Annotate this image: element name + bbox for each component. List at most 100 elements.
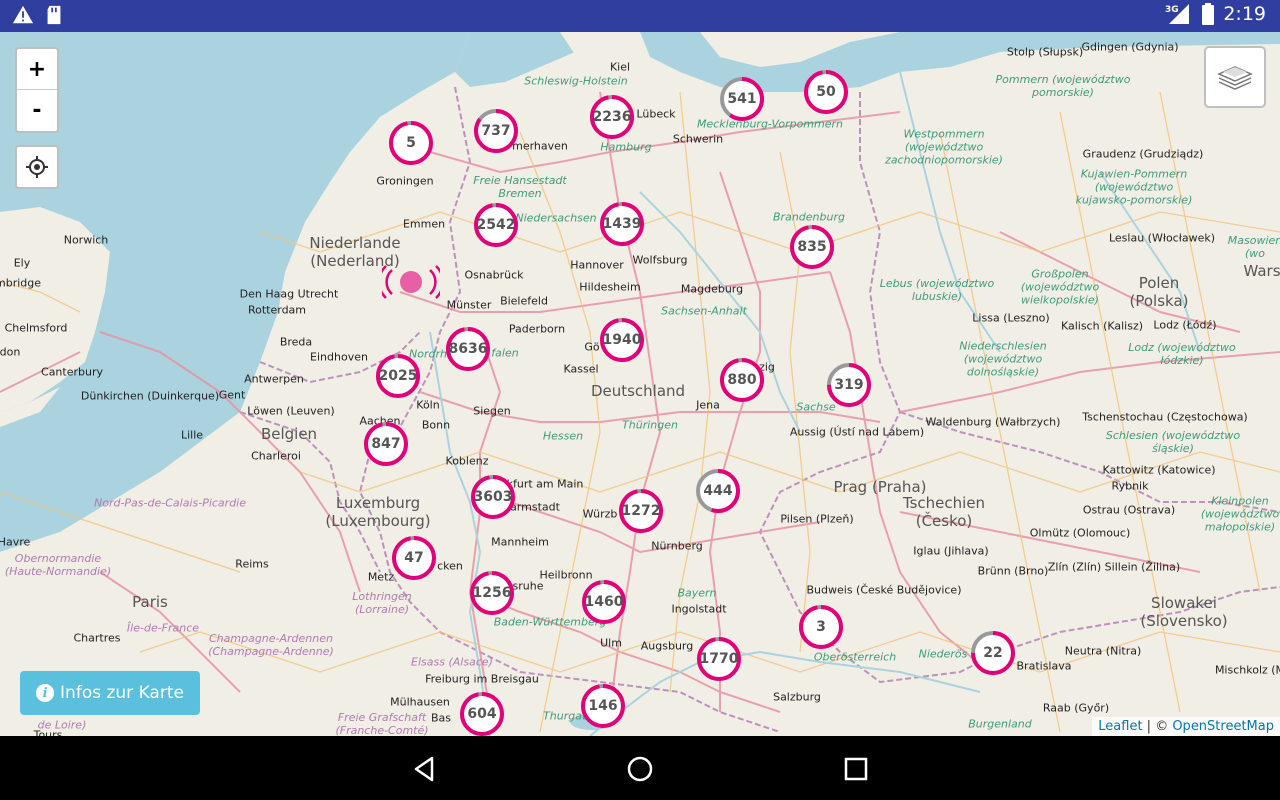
place-label-paris: Paris [132,593,168,611]
cluster-marker[interactable]: 847 [362,420,410,468]
cluster-marker[interactable]: 604 [458,690,506,736]
place-label-koeln: Köln [416,398,440,412]
cluster-marker[interactable]: 319 [825,361,873,409]
layers-icon [1217,66,1253,90]
place-label-bb: Brandenburg [773,210,845,224]
place-label-muelhausen: Mülhausen [390,695,450,709]
place-label-emmen: Emmen [402,217,446,231]
cluster-marker[interactable]: 541 [718,75,766,123]
place-label-kuj: Kujawien-Pommern (województwo kujawsko-p… [1075,167,1193,207]
cluster-marker[interactable]: 47 [390,534,438,582]
cluster-marker[interactable]: 3 [797,603,845,651]
cluster-marker[interactable]: 2542 [472,201,520,249]
cluster-count: 1770 [699,651,739,667]
status-left-icons [12,4,64,26]
cluster-count: 604 [467,706,497,722]
cluster-count: 1940 [602,332,642,348]
gps-position-icon [382,265,440,299]
cluster-count: 3 [816,619,826,635]
cluster-count: 737 [481,123,511,139]
place-label-koblenz: Koblenz [445,454,489,468]
place-label-loire: de Loire) [37,718,87,732]
place-label-neutra: Neutra (Nitra) [1064,644,1142,658]
cluster-count: 319 [834,377,864,393]
place-label-nordpas: Nord-Pas-de-Calais-Picardie [93,496,247,510]
cluster-marker[interactable]: 1439 [598,200,646,248]
cluster-marker[interactable]: 1940 [598,316,646,364]
zoom-control: + - [15,47,59,133]
place-label-masowien: Masowien (wo [1227,234,1280,260]
cluster-count: 22 [983,645,1003,661]
warning-icon [12,5,34,24]
cluster-marker[interactable]: 22 [969,629,1017,677]
cluster-marker[interactable]: 50 [802,68,850,116]
place-label-london: don [0,345,21,359]
openstreetmap-link[interactable]: OpenStreetMap [1172,719,1274,734]
place-label-magdeburg: Magdeburg [680,282,744,296]
cluster-marker[interactable]: 1272 [617,487,665,535]
leaflet-link[interactable]: Leaflet [1098,719,1142,734]
place-label-noe: Niederös [918,647,968,661]
place-label-hb: Freie Hansestadt Bremen [473,174,567,200]
cluster-marker[interactable]: 8636 [444,325,492,373]
cluster-marker[interactable]: 835 [788,223,836,271]
cluster-marker[interactable]: 1256 [468,569,516,617]
place-label-iledefrance: Île-de-France [126,621,200,635]
cluster-count: 541 [727,91,757,107]
place-label-augsburg: Augsburg [640,639,694,653]
place-label-hamburg: Hamburg [600,140,652,154]
cluster-marker[interactable]: 2025 [374,352,422,400]
place-label-muenster: Münster [446,298,492,312]
place-label-ingolstadt: Ingolstadt [671,602,727,616]
place-label-aussig: Aussig (Ústí nad Labem) [789,425,925,439]
map-info-button[interactable]: i Infos zur Karte [20,671,200,715]
status-right: 3G 2:19 [1165,3,1266,25]
place-label-kiel: Kiel [609,60,631,74]
place-label-gent: Gent [218,388,246,402]
place-label-lothringen: Lothringen (Lorraine) [352,590,412,616]
place-label-st: Sachsen-Anhalt [661,304,747,318]
place-label-saarbruecken: cken [437,559,463,573]
place-label-lebus: Lebus (województwo lubuskie) [879,277,995,303]
cluster-marker[interactable]: 1770 [695,635,743,683]
cluster-count: 1256 [472,585,512,601]
battery-icon [1202,3,1215,25]
locate-button[interactable] [15,145,59,189]
cluster-marker[interactable]: 146 [579,682,627,730]
recents-icon[interactable] [841,754,871,784]
place-label-ely: Ely [13,256,31,270]
zoom-in-button[interactable]: + [17,49,57,89]
map-view[interactable]: Kiel Lübeck Schwerin Hamburg merhaven Groning… [0,32,1280,736]
cluster-marker[interactable]: 1460 [580,578,628,626]
back-icon[interactable] [410,754,440,784]
cluster-marker[interactable]: 3603 [469,473,517,521]
place-label-bratislava: Bratislava [1016,659,1072,673]
cluster-count: 5 [406,135,416,151]
place-label-hildesheim: Hildesheim [579,280,641,294]
cluster-marker[interactable]: 2236 [588,93,636,141]
place-label-by: Bayern [677,586,717,600]
status-bar: 3G 2:19 [0,0,1280,32]
network-type: 3G [1165,5,1179,15]
place-label-kattowitz: Kattowitz (Katowice) [1102,463,1216,477]
place-label-obernormandie: Obernormandie (Haute-Normandie) [4,552,112,578]
cluster-marker[interactable]: 444 [694,467,742,515]
place-label-reims: Reims [235,557,269,571]
home-icon[interactable] [625,754,655,784]
place-label-havre: Havre [0,535,31,549]
place-label-rybnik: Rybnik [1111,479,1149,493]
cluster-count: 2542 [476,217,516,233]
place-label-eindhoven: Eindhoven [310,350,368,364]
cluster-count: 146 [588,698,618,714]
place-label-czech: Tschechien (Česko) [902,494,986,530]
place-label-belgium: Belgien [260,425,318,443]
zoom-out-button[interactable]: - [17,89,57,130]
place-label-rotterdam: Rotterdam [247,303,307,317]
place-label-zlin: Zlín (Zlín) Sillein (Žilina) [1047,560,1181,574]
cluster-marker[interactable]: 737 [472,107,520,155]
cluster-marker[interactable]: 5 [387,119,435,167]
sd-card-icon [47,5,61,25]
layers-button[interactable] [1204,46,1266,108]
cluster-marker[interactable]: 880 [718,356,766,404]
place-label-groningen: Groningen [376,174,434,188]
